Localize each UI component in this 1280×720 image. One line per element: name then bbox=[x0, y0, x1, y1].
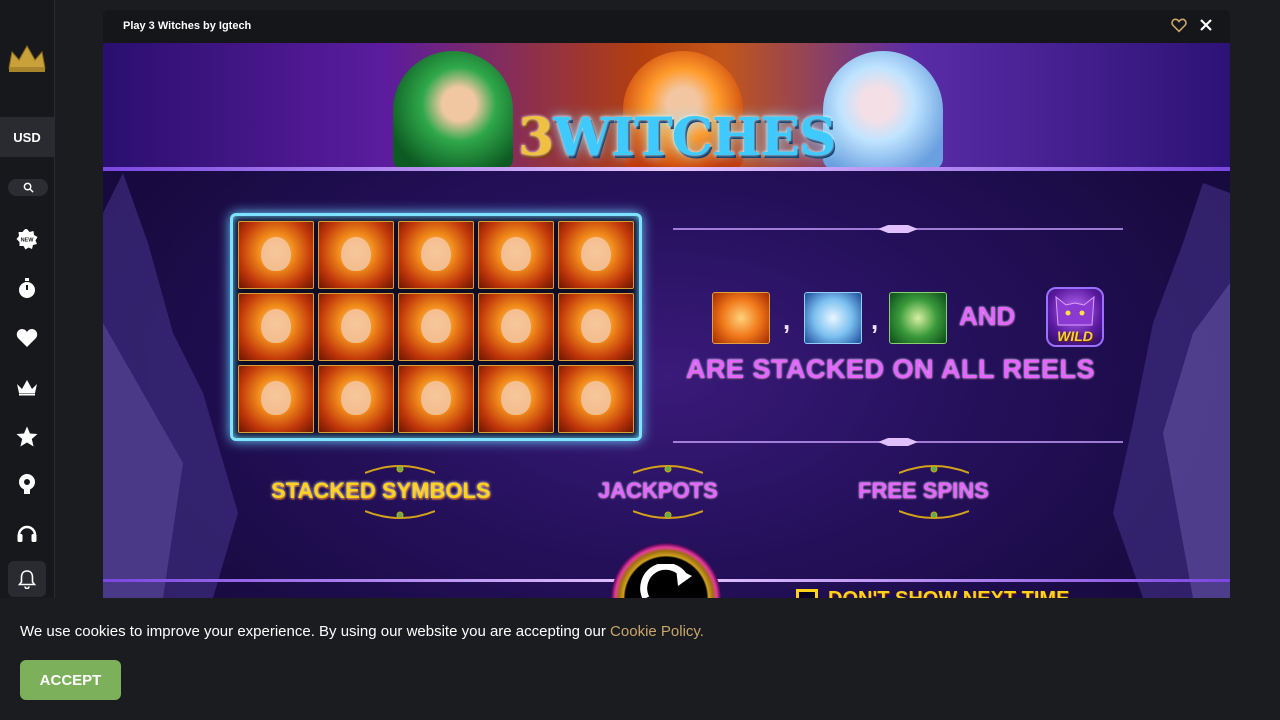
game-window: Play 3 Witches by Igtech 3WITCHES , , AN… bbox=[103, 10, 1230, 598]
cookie-text: We use cookies to improve your experienc… bbox=[20, 623, 611, 640]
favorite-heart-icon[interactable] bbox=[1171, 18, 1189, 36]
star-icon[interactable] bbox=[14, 423, 40, 449]
dont-show-checkbox[interactable] bbox=[796, 588, 818, 598]
search-icon bbox=[23, 182, 34, 193]
close-icon[interactable] bbox=[1199, 18, 1217, 36]
reel-symbol-fire-witch bbox=[478, 365, 554, 433]
currency-selector[interactable]: USD bbox=[0, 117, 54, 157]
reel-symbol-fire-witch bbox=[558, 221, 634, 289]
reel-symbol-fire-witch bbox=[238, 221, 314, 289]
wild-label: WILD bbox=[1057, 328, 1093, 344]
heart-icon[interactable] bbox=[14, 325, 40, 351]
reel-symbol-fire-witch bbox=[238, 365, 314, 433]
reel-symbol-fire-witch bbox=[558, 365, 634, 433]
new-badge-icon[interactable]: NEW bbox=[14, 226, 40, 252]
reel-symbol-fire-witch bbox=[318, 221, 394, 289]
reel-symbol-fire-witch bbox=[398, 293, 474, 361]
reel-symbol-fire-witch bbox=[238, 293, 314, 361]
stacked-reels-text: ARE STACKED ON ALL REELS bbox=[686, 354, 1096, 384]
comma-separator: , bbox=[783, 305, 791, 335]
headset-icon[interactable] bbox=[14, 520, 40, 546]
cookie-policy-link[interactable]: Cookie Policy. bbox=[610, 623, 704, 640]
comma-separator: , bbox=[871, 305, 879, 335]
ice-witch-portrait bbox=[823, 51, 943, 169]
game-logo-text: WITCHES bbox=[553, 107, 836, 168]
game-banner: 3WITCHES bbox=[103, 43, 1230, 169]
ornament-divider-bottom bbox=[673, 438, 1123, 446]
feature-ornament-bottom bbox=[633, 510, 703, 519]
reel-symbol-fire-witch bbox=[558, 293, 634, 361]
reel-symbol-fire-witch bbox=[318, 365, 394, 433]
ice-witch-symbol bbox=[804, 292, 862, 344]
reel-symbol-fire-witch bbox=[478, 293, 554, 361]
and-label: AND bbox=[959, 301, 1016, 331]
game-title: Play 3 Witches by Igtech bbox=[123, 20, 252, 32]
reel-symbol-fire-witch bbox=[398, 221, 474, 289]
game-window-header: Play 3 Witches by Igtech bbox=[103, 10, 1230, 43]
stopwatch-icon[interactable] bbox=[14, 275, 40, 301]
ornament-divider-top bbox=[673, 225, 1123, 233]
banner-divider bbox=[103, 167, 1230, 171]
cookie-message: We use cookies to improve your experienc… bbox=[20, 623, 704, 640]
earth-witch-symbol bbox=[889, 292, 947, 344]
feature-ornament-bottom bbox=[365, 510, 435, 519]
cookie-banner: We use cookies to improve your experienc… bbox=[0, 598, 1280, 720]
wild-cat-symbol: WILD bbox=[1046, 287, 1104, 347]
accept-cookies-button[interactable]: ACCEPT bbox=[20, 660, 121, 700]
game-logo: 3WITCHES bbox=[518, 107, 836, 168]
green-witch-portrait bbox=[393, 51, 513, 169]
feature-ornament-bottom bbox=[899, 510, 969, 519]
game-canvas[interactable]: 3WITCHES , , AND WILD ARE STACKED ON ALL… bbox=[103, 43, 1230, 598]
crown-icon[interactable] bbox=[14, 374, 40, 400]
sidebar: USD NEW bbox=[0, 0, 55, 598]
bell-icon bbox=[18, 570, 36, 589]
svg-text:NEW: NEW bbox=[21, 238, 35, 244]
feature-free-spins: FREE SPINS bbox=[858, 478, 989, 503]
trophy-icon[interactable] bbox=[14, 471, 40, 497]
search-button[interactable] bbox=[8, 179, 48, 196]
cat-icon bbox=[1055, 295, 1095, 326]
reel-grid bbox=[230, 213, 642, 441]
feature-jackpots: JACKPOTS bbox=[598, 478, 718, 503]
refresh-arrow-icon bbox=[640, 564, 692, 598]
reel-symbol-fire-witch bbox=[478, 221, 554, 289]
fire-witch-symbol bbox=[712, 292, 770, 344]
notifications-button[interactable] bbox=[8, 561, 46, 597]
feature-ornament-top bbox=[365, 465, 435, 474]
reel-symbol-fire-witch bbox=[398, 365, 474, 433]
crown-logo-icon[interactable] bbox=[6, 42, 48, 74]
game-logo-number: 3 bbox=[518, 107, 554, 168]
feature-ornament-top bbox=[633, 465, 703, 474]
dont-show-next-time[interactable]: DON'T SHOW NEXT TIME bbox=[796, 588, 1069, 598]
reel-symbol-fire-witch bbox=[318, 293, 394, 361]
feature-ornament-top bbox=[899, 465, 969, 474]
dont-show-label: DON'T SHOW NEXT TIME bbox=[828, 588, 1069, 598]
feature-stacked-symbols: STACKED SYMBOLS bbox=[271, 478, 491, 503]
